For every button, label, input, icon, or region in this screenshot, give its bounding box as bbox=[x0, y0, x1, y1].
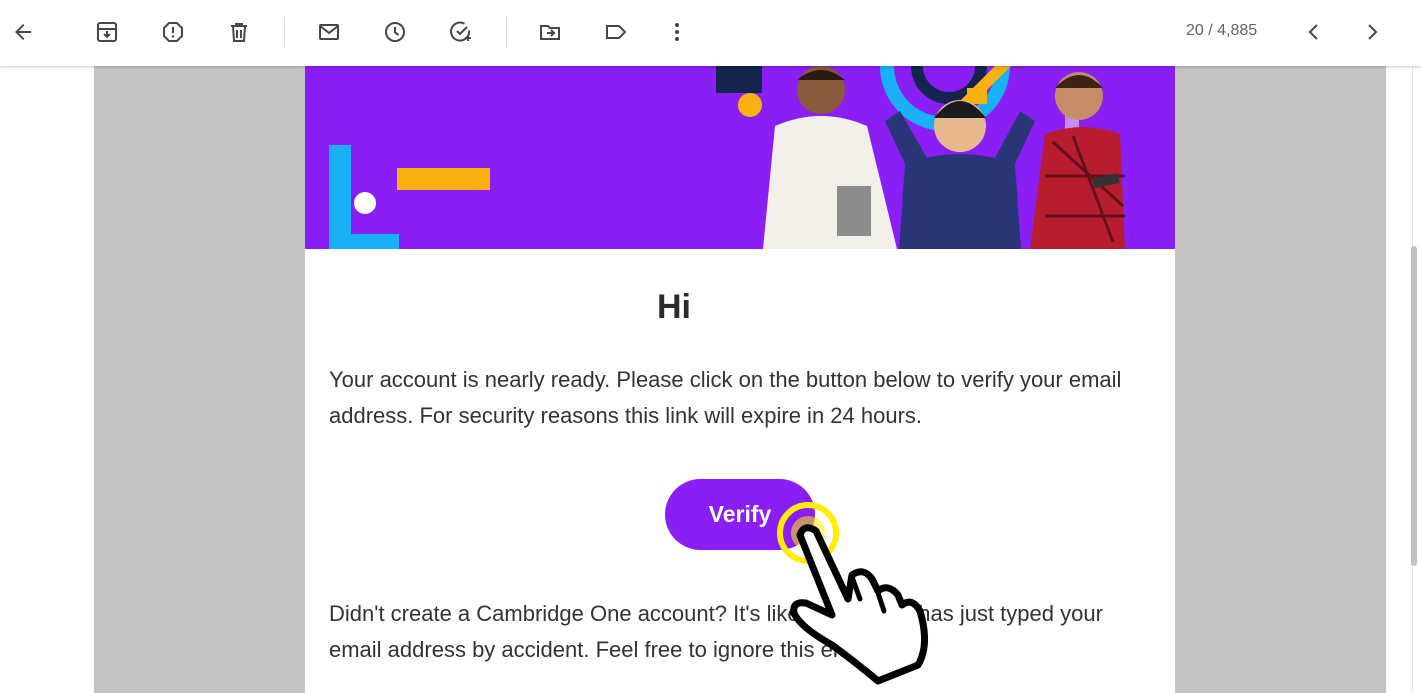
hand-pointer-icon bbox=[777, 502, 928, 685]
report-spam-button[interactable] bbox=[153, 12, 193, 52]
clock-icon bbox=[385, 22, 405, 42]
toolbar-separator bbox=[284, 17, 285, 47]
trash-icon bbox=[231, 23, 247, 42]
chevron-left-icon bbox=[1308, 24, 1318, 40]
email-canvas: Hi Your account is nearly ready. Please … bbox=[94, 66, 1386, 693]
scrollbar[interactable] bbox=[1409, 66, 1421, 693]
back-button[interactable] bbox=[3, 12, 43, 52]
report-spam-icon bbox=[163, 22, 183, 42]
move-to-folder-icon bbox=[540, 25, 560, 40]
add-task-icon bbox=[450, 21, 471, 42]
more-button[interactable] bbox=[657, 12, 697, 52]
older-button[interactable] bbox=[1352, 12, 1392, 52]
move-to-button[interactable] bbox=[530, 12, 570, 52]
email-greeting: Hi bbox=[657, 288, 691, 326]
email-paragraph-2: Didn't create a Cambridge One account? I… bbox=[329, 601, 1103, 662]
scrollbar-thumb[interactable] bbox=[1411, 246, 1417, 566]
banner-illustration bbox=[329, 66, 1125, 249]
snooze-button[interactable] bbox=[375, 12, 415, 52]
arrow-left-icon bbox=[15, 24, 31, 40]
label-icon bbox=[606, 25, 627, 39]
chevron-right-icon bbox=[1368, 24, 1378, 40]
newer-button[interactable] bbox=[1294, 12, 1334, 52]
add-task-button[interactable] bbox=[441, 12, 481, 52]
archive-button[interactable] bbox=[87, 12, 127, 52]
email-banner bbox=[305, 66, 1175, 249]
mail-icon bbox=[319, 24, 339, 40]
mark-unread-button[interactable] bbox=[309, 12, 349, 52]
email-paragraph-1: Your account is nearly ready. Please cli… bbox=[329, 367, 1122, 428]
toolbar: 20 / 4,885 bbox=[0, 0, 1421, 66]
toolbar-separator bbox=[506, 17, 507, 47]
more-vert-icon bbox=[675, 23, 679, 41]
delete-button[interactable] bbox=[219, 12, 259, 52]
email-body: Hi Your account is nearly ready. Please … bbox=[305, 66, 1175, 693]
label-button[interactable] bbox=[596, 12, 636, 52]
message-counter: 20 / 4,885 bbox=[1186, 22, 1258, 39]
archive-icon bbox=[97, 22, 117, 42]
